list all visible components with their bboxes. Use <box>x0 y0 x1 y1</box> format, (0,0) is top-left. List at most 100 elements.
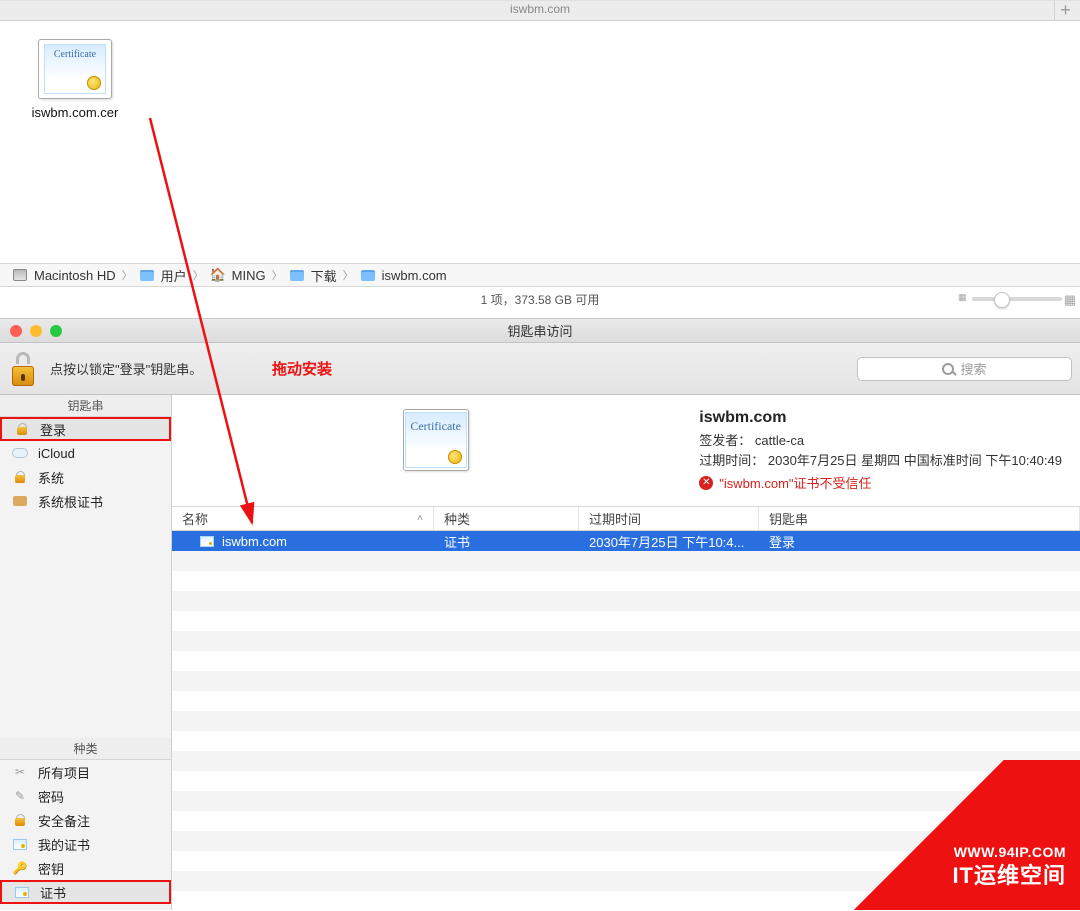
keychain-main: Certificate iswbm.com 签发者： cattle-ca 过期时… <box>172 395 1080 910</box>
window-controls <box>0 325 62 337</box>
sidebar-category-0[interactable]: ✂所有项目 <box>0 760 171 784</box>
chevron-right-icon: 〉 <box>122 267 133 283</box>
table-row-empty <box>172 711 1080 731</box>
table-row-empty <box>172 611 1080 631</box>
keychain-toolbar: 点按以锁定"登录"钥匙串。 拖动安装 搜索 <box>0 343 1080 395</box>
file-label: iswbm.com.cer <box>20 105 130 120</box>
certificate-icon <box>15 887 29 898</box>
table-row-empty <box>172 731 1080 751</box>
col-expiry[interactable]: 过期时间 <box>579 507 759 530</box>
issuer-value: cattle-ca <box>755 433 804 448</box>
sidebar-item-label: 密钥 <box>38 859 64 878</box>
minimize-button[interactable] <box>30 325 42 337</box>
sidebar-item-label: 证书 <box>40 883 66 902</box>
new-tab-button[interactable]: + <box>1054 1 1076 21</box>
finder-tab-title[interactable]: iswbm.com <box>510 2 570 16</box>
path-downloads[interactable]: 下载 <box>289 266 337 285</box>
keychain-titlebar[interactable]: 钥匙串访问 <box>0 319 1080 343</box>
sidebar-item-label: 我的证书 <box>38 835 90 854</box>
folder-icon <box>361 270 375 281</box>
disk-icon <box>13 269 27 281</box>
password-icon: ✎ <box>12 788 28 804</box>
sidebar-header-categories: 种类 <box>0 738 171 760</box>
zoom-button[interactable] <box>50 325 62 337</box>
sidebar-category-2[interactable]: 安全备注 <box>0 808 171 832</box>
col-kind[interactable]: 种类 <box>434 507 579 530</box>
table-row-empty <box>172 671 1080 691</box>
close-button[interactable] <box>10 325 22 337</box>
table-row-empty <box>172 871 1080 891</box>
certificate-icon <box>200 536 214 547</box>
grid-large-icon: ▦ <box>1064 292 1076 308</box>
sidebar-item-label: 密码 <box>38 787 64 806</box>
sidebar-item-label: 登录 <box>40 420 66 439</box>
expiry-label: 过期时间： <box>699 453 764 468</box>
table-row[interactable]: iswbm.com 证书2030年7月25日 下午10:4...登录 <box>172 531 1080 551</box>
sidebar-item-label: iCloud <box>38 446 75 461</box>
folder-icon <box>13 496 27 506</box>
table-row-empty <box>172 751 1080 771</box>
certificate-file-icon: Certificate <box>38 39 112 99</box>
sidebar-keychain-1[interactable]: iCloud <box>0 441 171 465</box>
table-row-empty <box>172 591 1080 611</box>
finder-pathbar[interactable]: Macintosh HD 〉 用户 〉 🏠MING 〉 下载 〉 iswbm.c… <box>0 263 1080 287</box>
sidebar-category-3[interactable]: 我的证书 <box>0 832 171 856</box>
cell-expiry: 2030年7月25日 下午10:4... <box>579 532 759 551</box>
certificate-icon-label: Certificate <box>54 49 96 60</box>
home-icon: 🏠 <box>210 267 226 283</box>
path-disk[interactable]: Macintosh HD <box>12 267 116 283</box>
status-text: 1 项，373.58 GB 可用 <box>481 291 600 308</box>
path-users[interactable]: 用户 <box>139 266 187 285</box>
sidebar-keychain-3[interactable]: 系统根证书 <box>0 489 171 513</box>
certificate-icon: Certificate <box>403 409 469 471</box>
search-input[interactable]: 搜索 <box>857 357 1072 381</box>
sidebar-item-label: 系统根证书 <box>38 492 103 511</box>
table-row-empty <box>172 891 1080 911</box>
path-home[interactable]: 🏠MING <box>210 267 266 283</box>
lock-button[interactable] <box>10 352 38 386</box>
sidebar-category-5[interactable]: 证书 <box>0 880 171 904</box>
sidebar-keychain-2[interactable]: 系统 <box>0 465 171 489</box>
certificate-detail: Certificate iswbm.com 签发者： cattle-ca 过期时… <box>172 395 1080 507</box>
all-items-icon: ✂ <box>12 764 28 780</box>
table-row-empty <box>172 811 1080 831</box>
cell-keychain: 登录 <box>759 532 1080 551</box>
table-row-empty <box>172 831 1080 851</box>
table-row-empty <box>172 791 1080 811</box>
col-keychain[interactable]: 钥匙串 <box>759 507 1080 530</box>
chevron-right-icon: 〉 <box>343 267 354 283</box>
finder-statusbar: 1 项，373.58 GB 可用 ▦ ▦ <box>0 287 1080 311</box>
expiry-value: 2030年7月25日 星期四 中国标准时间 下午10:40:49 <box>768 453 1062 468</box>
col-name[interactable]: 名称˄ <box>172 507 434 530</box>
keychain-window: 钥匙串访问 点按以锁定"登录"钥匙串。 拖动安装 搜索 钥匙串 登录 iCloud… <box>0 318 1080 910</box>
grid-small-icon: ▦ <box>958 292 967 303</box>
keychain-sidebar: 钥匙串 登录 iCloud 系统系统根证书 种类 ✂所有项目 ✎ 密码安全备注我的证书 🔑… <box>0 395 172 910</box>
lock-icon <box>15 814 25 826</box>
lock-hint: 点按以锁定"登录"钥匙串。 <box>50 359 202 378</box>
key-icon: 🔑 <box>12 860 28 876</box>
folder-icon <box>290 270 304 281</box>
sidebar-header-keychains: 钥匙串 <box>0 395 171 417</box>
table-body: iswbm.com 证书2030年7月25日 下午10:4...登录 <box>172 531 1080 911</box>
drag-annotation: 拖动安装 <box>272 358 332 379</box>
cell-kind: 证书 <box>434 532 579 551</box>
icon-size-slider[interactable]: ▦ ▦ <box>972 297 1062 301</box>
sidebar-keychain-0[interactable]: 登录 <box>0 417 171 441</box>
finder-tabbar: iswbm.com + <box>0 1 1080 21</box>
finder-content[interactable]: Certificate iswbm.com.cer <box>0 21 1080 263</box>
search-placeholder: 搜索 <box>960 359 986 378</box>
sidebar-category-1[interactable]: ✎ 密码 <box>0 784 171 808</box>
lock-icon <box>17 423 27 435</box>
window-title: 钥匙串访问 <box>507 321 572 340</box>
sidebar-category-4[interactable]: 🔑 密钥 <box>0 856 171 880</box>
file-item-cer[interactable]: Certificate iswbm.com.cer <box>20 39 130 120</box>
sidebar-item-label: 安全备注 <box>38 811 90 830</box>
search-icon <box>942 363 954 375</box>
error-icon: ✕ <box>699 476 713 490</box>
table-row-empty <box>172 651 1080 671</box>
chevron-right-icon: 〉 <box>193 267 204 283</box>
table-row-empty <box>172 851 1080 871</box>
cert-name: iswbm.com <box>699 409 1062 427</box>
path-current[interactable]: iswbm.com <box>360 267 447 283</box>
cell-name: iswbm.com <box>222 534 287 549</box>
